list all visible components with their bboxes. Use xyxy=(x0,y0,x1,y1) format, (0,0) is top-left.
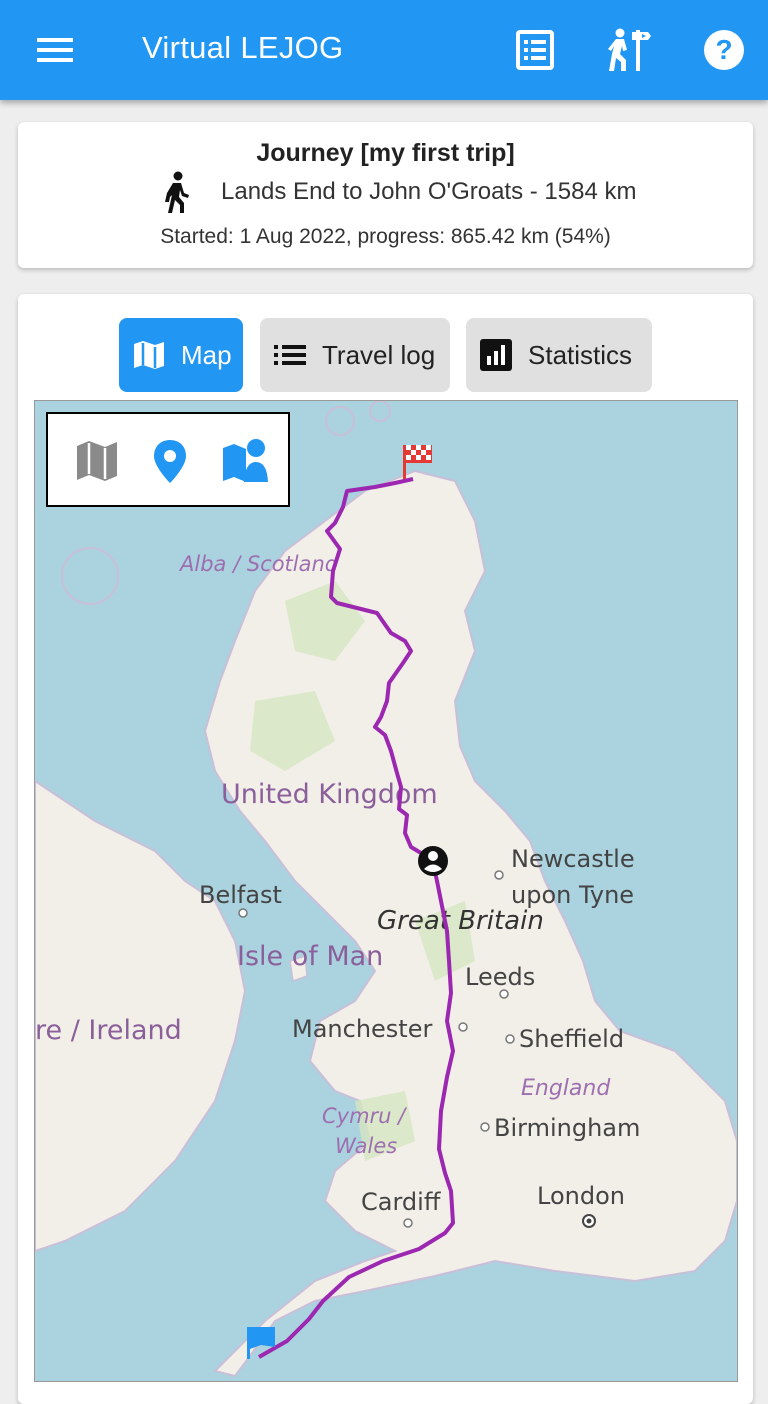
label-wales: Wales xyxy=(335,1134,397,1158)
walking-icon xyxy=(153,170,199,216)
tab-statistics[interactable]: Statistics xyxy=(466,318,652,392)
label-isle-of-man: Isle of Man xyxy=(237,941,383,972)
label-england: England xyxy=(521,1076,611,1101)
label-upon-tyne: upon Tyne xyxy=(511,881,634,909)
label-london: London xyxy=(537,1182,625,1210)
journey-progress: Started: 1 Aug 2022, progress: 865.42 km… xyxy=(160,225,611,248)
tab-statistics-label: Statistics xyxy=(528,340,633,370)
list-icon xyxy=(272,337,308,373)
app-bar: Virtual LEJOG ? xyxy=(0,0,768,100)
label-belfast: Belfast xyxy=(199,881,282,909)
label-cardiff: Cardiff xyxy=(361,1188,441,1216)
tab-map-label: Map xyxy=(181,340,232,370)
map-person-icon[interactable] xyxy=(220,436,270,486)
map-controls xyxy=(46,412,290,507)
journey-title: Journey [my first trip] xyxy=(256,139,515,167)
journey-route: Lands End to John O'Groats - 1584 km xyxy=(153,170,673,216)
label-scotland: Alba / Scotland xyxy=(178,552,339,576)
label-leeds: Leeds xyxy=(465,963,535,991)
journal-list-icon[interactable] xyxy=(510,24,562,76)
label-birmingham: Birmingham xyxy=(494,1114,640,1142)
label-cymru: Cymru / xyxy=(322,1104,407,1128)
label-newcastle: Newcastle xyxy=(511,845,635,873)
label-great-britain: Great Britain xyxy=(377,906,544,936)
location-pin-icon[interactable] xyxy=(145,436,195,486)
main-card: Map Travel log Statistics Alba / Scotlan… xyxy=(18,294,753,1404)
tab-travel-log-label: Travel log xyxy=(322,340,436,370)
label-ireland: re / Ireland xyxy=(35,1015,182,1046)
tab-map[interactable]: Map xyxy=(119,318,243,392)
map-icon xyxy=(131,337,167,373)
svg-text:?: ? xyxy=(715,34,732,65)
journey-map[interactable]: Alba / Scotland United Kingdom Newcastle… xyxy=(34,400,738,1382)
journey-summary-card: Journey [my first trip] Lands End to Joh… xyxy=(18,122,753,268)
app-title: Virtual LEJOG xyxy=(142,30,344,65)
label-sheffield: Sheffield xyxy=(519,1025,624,1053)
help-icon[interactable]: ? xyxy=(698,24,750,76)
hiker-signpost-icon[interactable] xyxy=(602,24,654,76)
label-uk: United Kingdom xyxy=(221,779,438,810)
current-position-icon[interactable] xyxy=(418,846,448,876)
map-layer-icon[interactable] xyxy=(72,436,122,486)
menu-icon[interactable] xyxy=(30,26,80,74)
bar-chart-icon xyxy=(478,337,514,373)
route-text: Lands End to John O'Groats - 1584 km xyxy=(221,178,637,205)
label-manchester: Manchester xyxy=(292,1015,432,1043)
tab-travel-log[interactable]: Travel log xyxy=(260,318,450,392)
